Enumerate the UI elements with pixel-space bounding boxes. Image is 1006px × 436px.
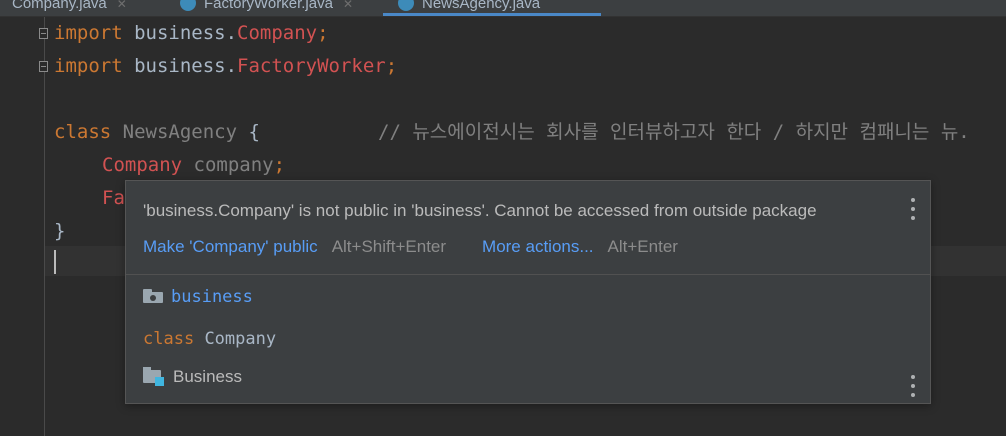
brace: } [54, 220, 66, 242]
code-line-partial[interactable]: Fa [102, 182, 125, 215]
field-name: company [182, 154, 274, 176]
active-tab-indicator [383, 13, 601, 16]
tab-label: NewsAgency.java [422, 0, 541, 12]
make-public-action[interactable]: Make 'Company' public [143, 237, 318, 256]
java-class-icon [180, 0, 196, 12]
class-name[interactable]: NewsAgency [111, 121, 237, 143]
code-line-field[interactable]: Company company; [102, 149, 285, 182]
keyword: class [54, 121, 112, 143]
class-ref-error[interactable]: Company [102, 154, 182, 176]
package-ref: business. [122, 22, 238, 44]
semicolon: ; [273, 154, 286, 176]
tab-label: Company.java [12, 0, 107, 12]
code-line-import-company[interactable]: import business.Company; [54, 17, 329, 50]
class-keyword: class [143, 329, 195, 349]
module-folder-icon [143, 366, 165, 386]
gutter-divider [44, 17, 45, 436]
module-name: Business [173, 367, 242, 386]
class-ref-error[interactable]: Company [237, 22, 317, 44]
more-options-icon[interactable] [910, 375, 916, 397]
tab-company-java[interactable]: Company.java ✕ [12, 0, 127, 15]
package-row[interactable]: business [143, 287, 253, 309]
tab-factoryworker-java[interactable]: FactoryWorker.java ✕ [180, 0, 353, 15]
close-icon[interactable]: ✕ [343, 0, 353, 11]
tab-label: FactoryWorker.java [204, 0, 333, 12]
error-message: 'business.Company' is not public in 'bus… [143, 201, 817, 220]
module-row[interactable]: Business [143, 366, 242, 388]
fold-marker-icon[interactable] [39, 28, 48, 39]
code-line-class-decl[interactable]: class NewsAgency { // 뉴스에이전시는 회사를 인터뷰하고자 … [54, 116, 970, 149]
more-options-icon[interactable] [910, 198, 916, 220]
keyword: import [54, 55, 123, 77]
class-name: Company [204, 329, 277, 349]
error-quickfix-popup: 'business.Company' is not public in 'bus… [125, 180, 931, 404]
code-line-closing-brace[interactable]: } [54, 215, 65, 248]
class-ref-error[interactable]: Fa [102, 187, 125, 209]
java-class-icon [398, 0, 414, 12]
fold-marker-icon[interactable] [39, 61, 48, 72]
code-comment: // 뉴스에이전시는 회사를 인터뷰하고자 한다 / 하지만 컴패니는 뉴. [378, 121, 970, 143]
shortcut-hint: Alt+Enter [607, 237, 678, 256]
shortcut-hint: Alt+Shift+Enter [331, 237, 447, 256]
package-folder-icon [143, 289, 163, 303]
package-ref: business. [122, 55, 238, 77]
class-signature: class Company [143, 329, 276, 349]
popup-divider [126, 274, 930, 275]
quickfix-actions: Make 'Company' public Alt+Shift+Enter More… [143, 237, 678, 257]
class-ref-error[interactable]: FactoryWorker [237, 55, 386, 77]
editor-tab-bar: Company.java ✕ FactoryWorker.java ✕ NewsAg… [0, 0, 1006, 17]
package-name[interactable]: business [171, 287, 253, 307]
semicolon: ; [317, 22, 329, 44]
text-caret [54, 250, 56, 274]
more-actions-link[interactable]: More actions... [482, 237, 594, 256]
code-line-import-factoryworker[interactable]: import business.FactoryWorker; [54, 50, 397, 83]
keyword: import [54, 22, 123, 44]
close-icon[interactable]: ✕ [117, 0, 127, 11]
brace: { [237, 121, 260, 143]
semicolon: ; [385, 55, 398, 77]
